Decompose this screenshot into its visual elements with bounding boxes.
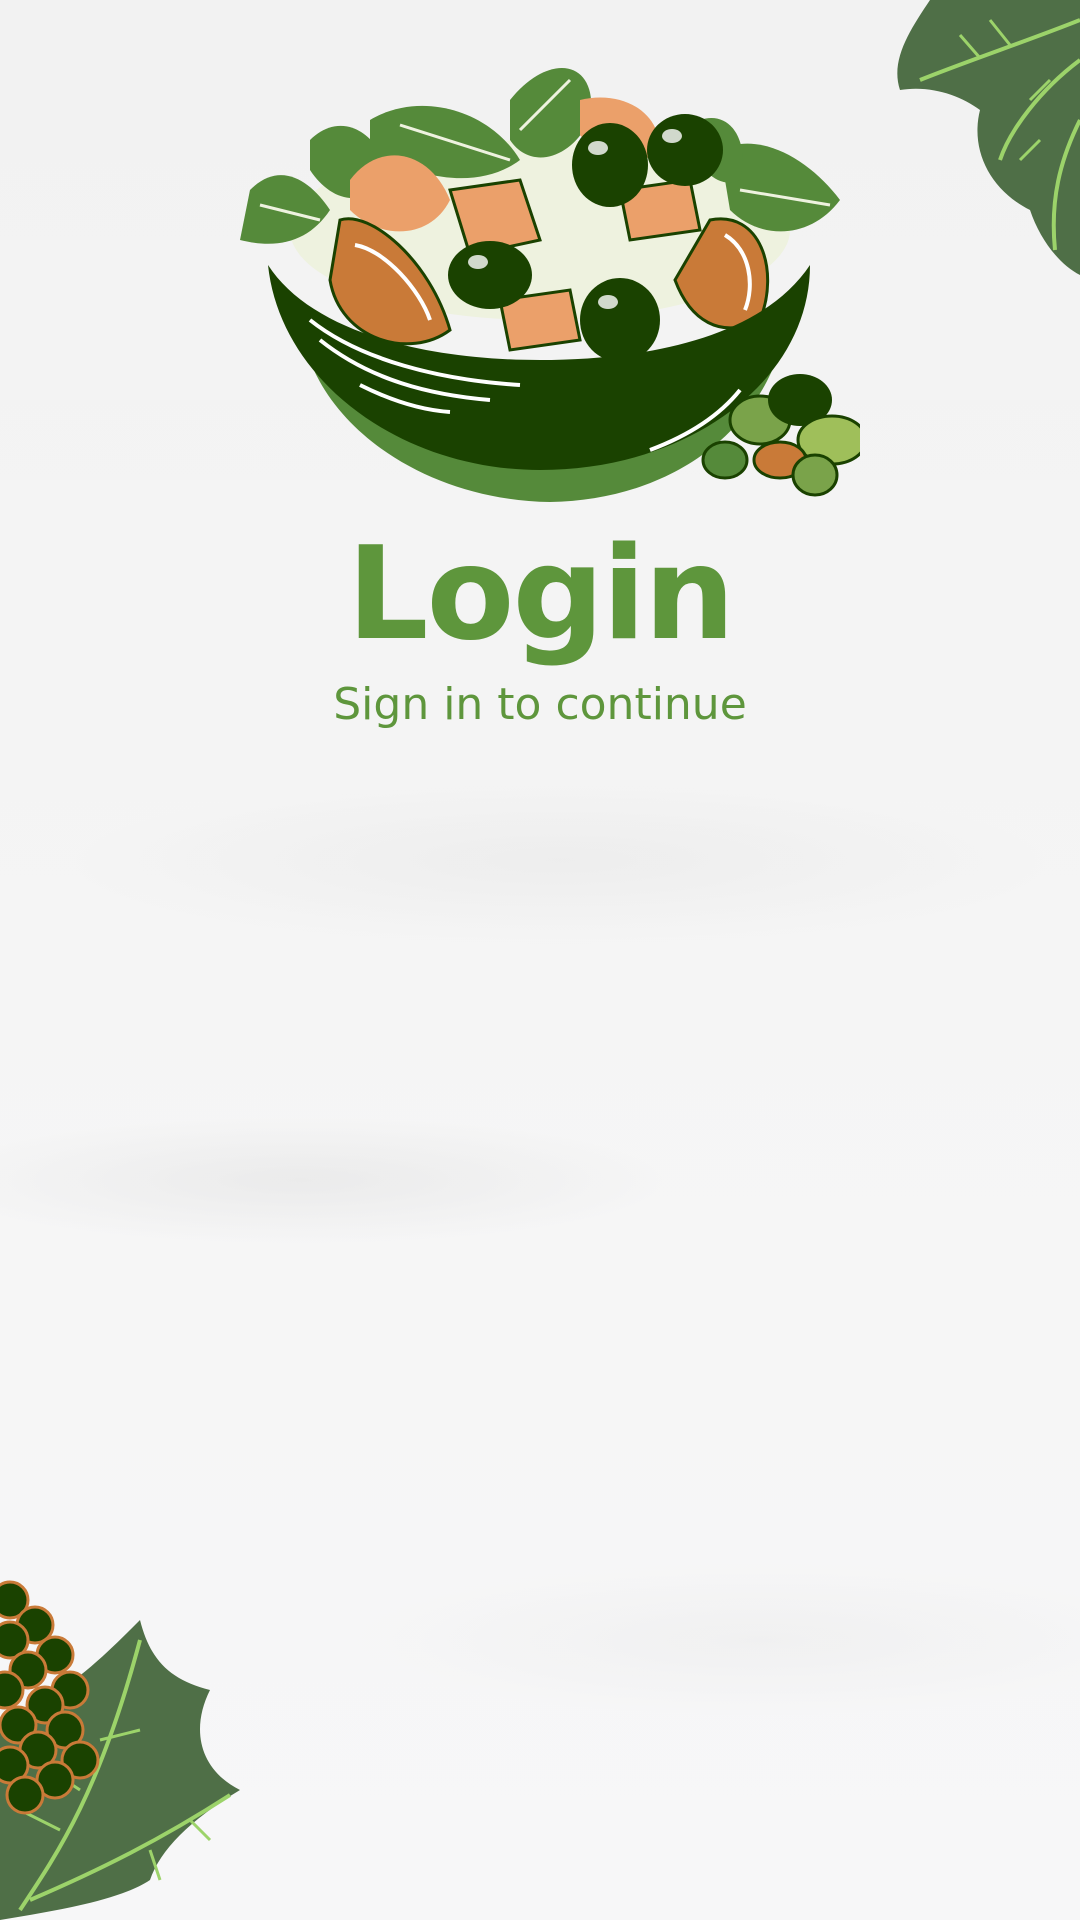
grape-leaf-icon <box>0 1580 240 1920</box>
leaf-icon <box>897 0 1080 275</box>
page-subtitle: Sign in to continue <box>333 679 747 730</box>
salad-bowl-icon <box>240 67 860 502</box>
page-title: Login <box>346 520 735 669</box>
